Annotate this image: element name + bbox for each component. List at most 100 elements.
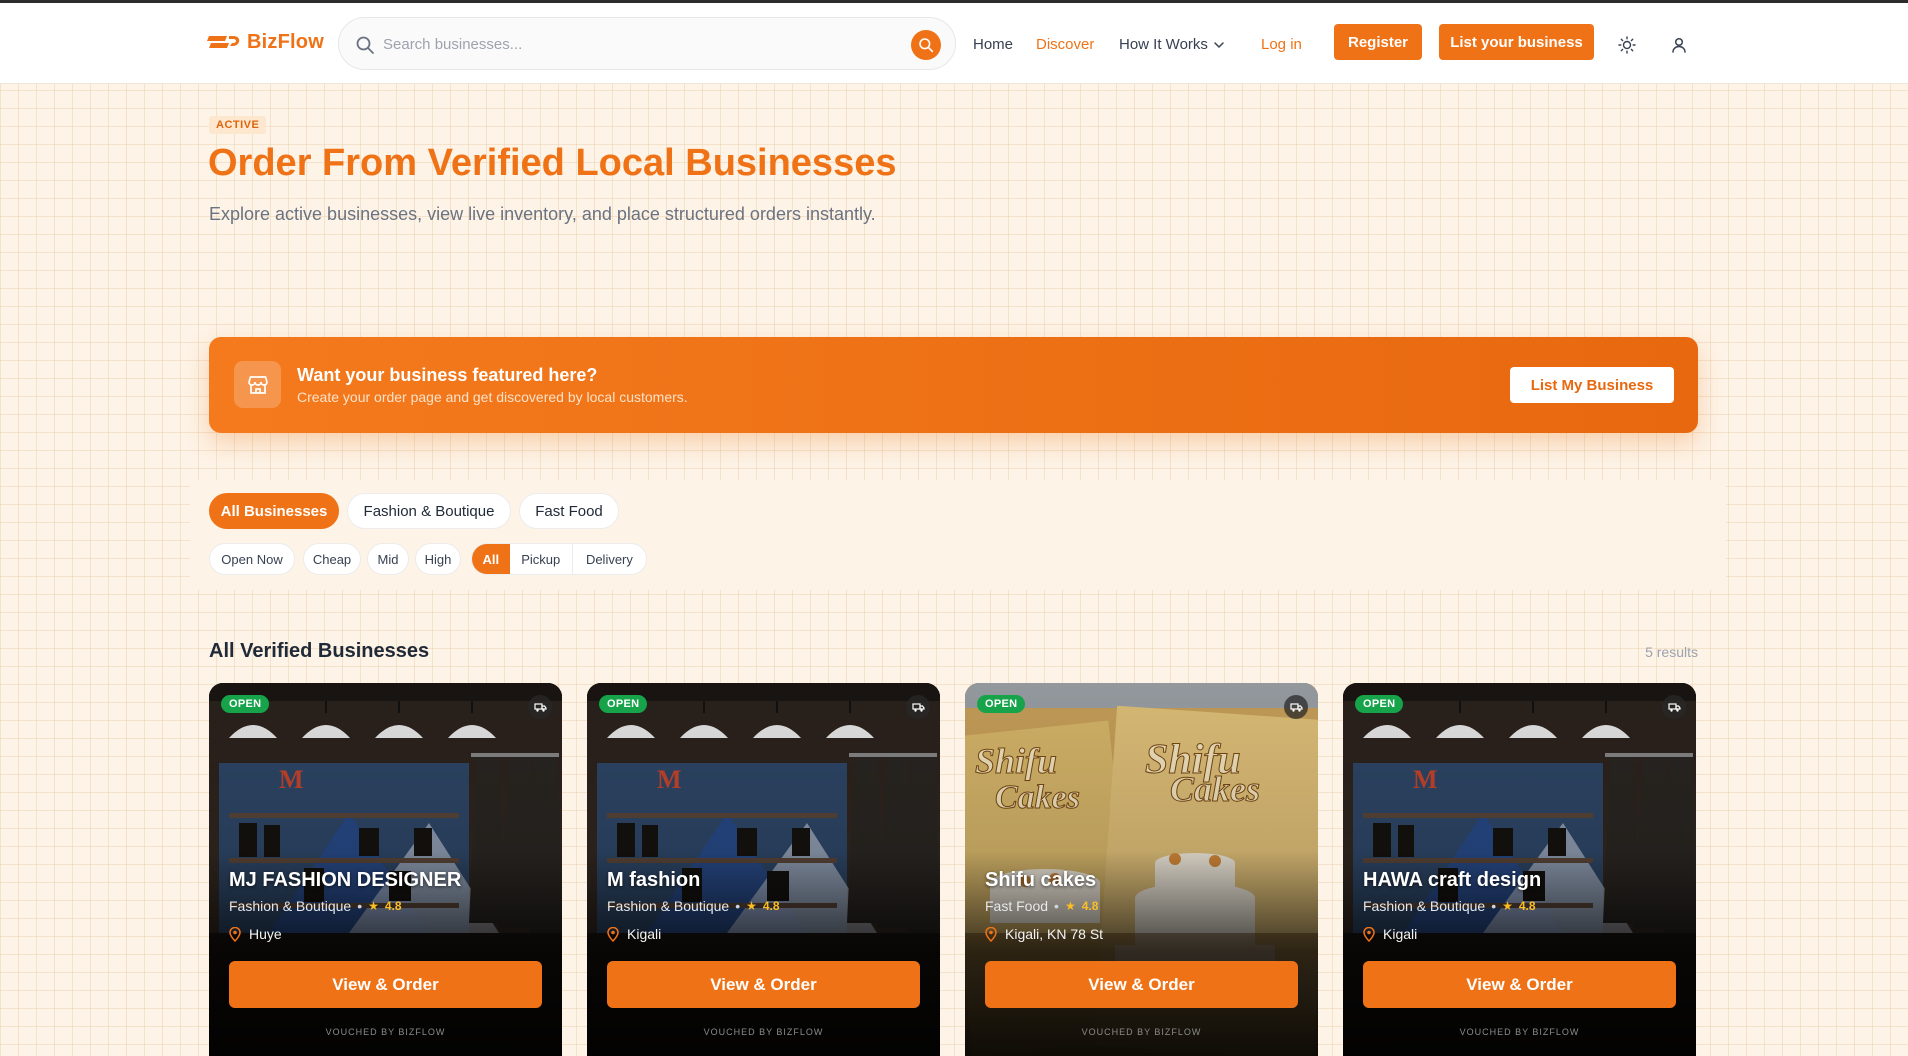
open-status-badge: OPEN xyxy=(977,695,1026,713)
location-pin-icon xyxy=(985,926,997,942)
star-icon: ★ xyxy=(368,899,379,913)
vouched-footer: VOUCHED BY BIZFLOW xyxy=(1459,1027,1580,1037)
business-meta: Fashion & Boutique • ★ 4.8 xyxy=(1363,898,1536,914)
business-card[interactable]: M OPEN HAWA craft design Fashion & Bouti… xyxy=(1343,683,1696,1056)
business-name: MJ FASHION DESIGNER xyxy=(229,869,462,891)
search-icon xyxy=(356,36,374,54)
search-icon xyxy=(919,38,934,53)
page-subtitle: Explore active businesses, view live inv… xyxy=(209,204,876,224)
view-order-button[interactable]: View & Order xyxy=(1363,961,1676,1008)
featured-promo-banner: Want your business featured here? Create… xyxy=(209,337,1698,433)
view-order-button[interactable]: View & Order xyxy=(229,961,542,1008)
open-status-badge: OPEN xyxy=(1355,695,1404,713)
vouched-footer: VOUCHED BY BIZFLOW xyxy=(325,1027,446,1037)
business-category: Fashion & Boutique xyxy=(607,898,730,914)
filter-open-now[interactable]: Open Now xyxy=(209,543,295,575)
bizflow-logo-icon xyxy=(207,35,240,48)
business-rating: 4.8 xyxy=(384,899,402,913)
business-rating: 4.8 xyxy=(1518,899,1536,913)
delivery-badge xyxy=(1662,695,1686,719)
navbar: BizFlow Home Discover How It Works Log i… xyxy=(0,3,1908,84)
filter-price-mid[interactable]: Mid xyxy=(367,543,409,575)
business-meta: Fashion & Boutique • ★ 4.8 xyxy=(229,898,402,914)
delivery-badge xyxy=(906,695,930,719)
list-my-business-button[interactable]: List My Business xyxy=(1510,367,1674,403)
business-rating: 4.8 xyxy=(1081,899,1099,913)
view-order-button[interactable]: View & Order xyxy=(985,961,1298,1008)
business-location-label: Kigali, KN 78 St xyxy=(1005,926,1104,942)
vouched-footer: VOUCHED BY BIZFLOW xyxy=(703,1027,824,1037)
location-pin-icon xyxy=(229,926,241,942)
section-title: All Verified Businesses xyxy=(209,640,430,662)
business-rating: 4.8 xyxy=(762,899,780,913)
search-submit-button[interactable] xyxy=(911,30,941,60)
promo-title: Want your business featured here? xyxy=(297,365,598,385)
fulfillment-all[interactable]: All xyxy=(472,544,510,574)
status-badge: ACTIVE xyxy=(209,116,267,134)
business-name: HAWA craft design xyxy=(1363,869,1542,891)
fulfillment-pickup[interactable]: Pickup xyxy=(510,544,573,574)
page-title: Order From Verified Local Businesses xyxy=(208,142,897,184)
location-pin-icon xyxy=(1363,926,1375,942)
business-location-label: Kigali xyxy=(1383,926,1418,942)
nav-discover-link[interactable]: Discover xyxy=(1036,36,1094,53)
login-link[interactable]: Log in xyxy=(1261,36,1302,53)
business-card[interactable]: Shifu Cakes Shifu Cakes OPEN Shifu cakes… xyxy=(965,683,1318,1056)
open-status-badge: OPEN xyxy=(599,695,648,713)
user-account-icon[interactable] xyxy=(1670,36,1688,54)
business-category: Fashion & Boutique xyxy=(229,898,352,914)
brand-logo[interactable]: BizFlow xyxy=(207,31,324,54)
business-meta: Fast Food • ★ 4.8 xyxy=(985,898,1098,914)
results-count: 5 results xyxy=(1645,644,1698,660)
business-location: Huye xyxy=(229,926,282,942)
business-category: Fashion & Boutique xyxy=(1363,898,1486,914)
business-card[interactable]: M OPEN MJ FASHION DESIGNER Fashion & Bou… xyxy=(209,683,562,1056)
category-chip-fast-food[interactable]: Fast Food xyxy=(519,493,619,529)
business-location-label: Kigali xyxy=(627,926,662,942)
star-icon: ★ xyxy=(1502,899,1513,913)
promo-subtitle: Create your order page and get discovere… xyxy=(297,389,688,405)
search-input[interactable] xyxy=(383,32,883,56)
delivery-badge xyxy=(528,695,552,719)
delivery-truck-icon xyxy=(1289,702,1303,712)
open-status-badge: OPEN xyxy=(221,695,270,713)
fulfillment-segmented-control: All Pickup Delivery xyxy=(471,543,647,575)
search-bar xyxy=(338,17,956,70)
delivery-truck-icon xyxy=(1667,702,1681,712)
separator-dot: • xyxy=(735,898,741,914)
register-button[interactable]: Register xyxy=(1334,24,1422,60)
list-your-business-button[interactable]: List your business xyxy=(1439,24,1594,60)
business-location: Kigali xyxy=(1363,926,1417,942)
business-location: Kigali, KN 78 St xyxy=(985,926,1103,942)
view-order-button[interactable]: View & Order xyxy=(607,961,920,1008)
nav-how-it-works-label: How It Works xyxy=(1119,36,1208,53)
business-card[interactable]: M OPEN M fashion Fashion & Boutique • ★ … xyxy=(587,683,940,1056)
separator-dot: • xyxy=(357,898,363,914)
separator-dot: • xyxy=(1054,898,1059,914)
nav-home-link[interactable]: Home xyxy=(973,36,1013,53)
filter-price-cheap[interactable]: Cheap xyxy=(303,543,361,575)
fulfillment-delivery[interactable]: Delivery xyxy=(573,544,646,574)
nav-how-it-works-dropdown[interactable]: How It Works xyxy=(1119,36,1225,53)
theme-toggle-sun-icon[interactable] xyxy=(1618,36,1636,54)
business-meta: Fashion & Boutique • ★ 4.8 xyxy=(607,898,780,914)
chevron-down-icon xyxy=(1214,41,1224,48)
category-chip-fashion-boutique[interactable]: Fashion & Boutique xyxy=(347,493,511,529)
delivery-truck-icon xyxy=(911,702,925,712)
category-chip-all-businesses[interactable]: All Businesses xyxy=(209,493,339,529)
business-location-label: Huye xyxy=(249,926,282,942)
delivery-badge xyxy=(1284,695,1308,719)
store-icon xyxy=(234,361,281,408)
star-icon: ★ xyxy=(1064,899,1076,913)
delivery-truck-icon xyxy=(533,702,547,712)
separator-dot: • xyxy=(1491,898,1497,914)
filter-price-high[interactable]: High xyxy=(415,543,461,575)
business-name: M fashion xyxy=(607,869,701,891)
brand-name: BizFlow xyxy=(247,31,324,53)
business-name: Shifu cakes xyxy=(985,869,1097,891)
vouched-footer: VOUCHED BY BIZFLOW xyxy=(1081,1027,1202,1037)
business-location: Kigali xyxy=(607,926,661,942)
business-category: Fast Food xyxy=(985,898,1049,914)
location-pin-icon xyxy=(607,926,619,942)
star-icon: ★ xyxy=(746,899,757,913)
